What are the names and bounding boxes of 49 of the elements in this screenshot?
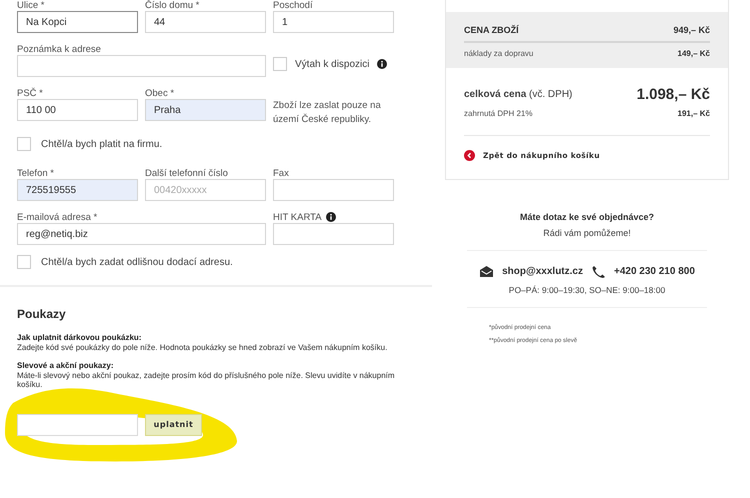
section-title: Poukazy: [17, 307, 67, 321]
price: 191,– Kč: [678, 109, 710, 118]
field-label: HIT KARTA: [273, 212, 322, 222]
envelope-icon: [479, 265, 494, 278]
field-label: Telefon *: [17, 168, 54, 178]
voucher-code-field[interactable]: [17, 414, 138, 436]
opening-hours: PO–PÁ: 9:00–19:30, SO–NE: 9:00–18:00: [508, 285, 666, 295]
input-field[interactable]: reg@netiq.biz: [17, 223, 266, 245]
field-label: Poschodí: [273, 0, 313, 11]
voucher-instructions: Slevové a akční poukazy: Máte-li slevový nebo akční poukaz, zadejte prosím kód do příslušného pole níže. Slevu uvidíte v nákupním košíku.: [17, 361, 396, 390]
input-field[interactable]: 44: [145, 11, 266, 33]
price: 949,– Kč: [673, 25, 710, 35]
phone-icon: [590, 265, 606, 278]
help-subtitle: Rádi vám pomůžeme!: [543, 228, 631, 238]
checkbox-label: Chtěl/a bych zadat odlišnou dodací adresu.: [41, 256, 233, 268]
field-label: E-mailová adresa *: [17, 212, 98, 222]
total-label: celková cena (vč. DPH): [464, 89, 572, 100]
input-field[interactable]: Praha: [145, 99, 266, 121]
label: zahrnutá DPH 21%: [464, 109, 532, 118]
input-field[interactable]: 1: [273, 11, 394, 33]
checkbox-label: Chtěl/a bych platit na firmu.: [41, 138, 162, 150]
input-field[interactable]: [17, 55, 266, 77]
total-price: 1.098,– Kč: [636, 86, 710, 103]
phone-link[interactable]: +420 230 210 800: [614, 266, 695, 277]
checkbox[interactable]: [17, 255, 31, 269]
price: 149,– Kč: [678, 49, 710, 58]
field-label: Ulice *: [17, 0, 44, 11]
input-field[interactable]: [273, 223, 394, 245]
email-link[interactable]: shop@xxxlutz.cz: [502, 266, 583, 277]
label: CENA ZBOŽÍ: [464, 25, 519, 35]
voucher-instructions: Jak uplatnit dárkovou poukázku: Zadejte kód své poukázky do pole níže. Hodnota poukázky se hned zobrazí ve Vašem nákupním košíku.: [17, 333, 388, 352]
input-field[interactable]: 725519555: [17, 179, 138, 201]
field-label: PSČ *: [17, 88, 43, 98]
label: náklady za dopravu: [464, 49, 534, 58]
field-label: Fax: [273, 168, 289, 178]
input-field[interactable]: Na Kopci: [17, 11, 138, 33]
checkbox[interactable]: [17, 137, 31, 151]
apply-button[interactable]: uplatnit: [145, 414, 202, 436]
checkbox[interactable]: [273, 57, 287, 71]
input-field[interactable]: [273, 179, 394, 201]
field-label: Obec *: [145, 88, 174, 98]
checkbox-label: Výtah k dispozici: [295, 58, 370, 70]
input-field[interactable]: 110 00: [17, 99, 138, 121]
input-field[interactable]: 00420xxxxx: [145, 179, 266, 201]
help-title: Máte dotaz ke své objednávce?: [520, 212, 654, 222]
field-label: Poznámka k adrese: [17, 44, 101, 54]
delivery-note: Zboží lze zaslat pouze na území České republiky.: [273, 99, 382, 127]
field-label: Další telefonní číslo: [145, 168, 228, 178]
field-label: Číslo domu *: [145, 0, 200, 11]
